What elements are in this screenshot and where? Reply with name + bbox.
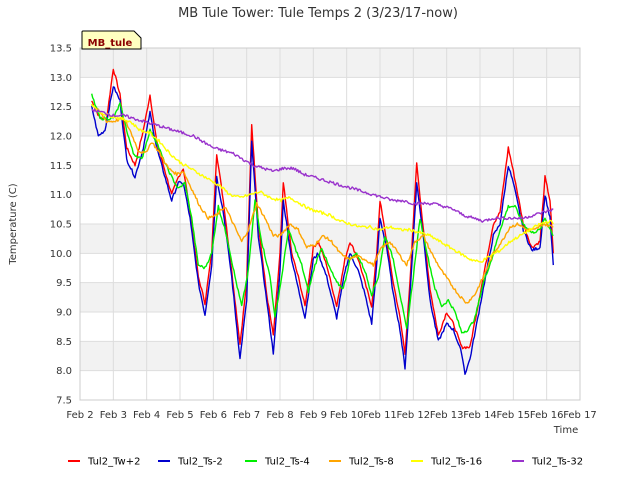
plot-band (80, 77, 580, 107)
y-tick-label: 8.5 (56, 337, 72, 348)
x-tick-label: Feb 12 (397, 410, 431, 421)
legend-item: Tul2_Ts-16 (411, 457, 482, 468)
legend-label: Tul2_Tw+2 (87, 457, 140, 468)
legend-item: Tul2_Ts-2 (158, 457, 223, 468)
x-tick-label: Feb 11 (363, 410, 397, 421)
y-tick-label: 10.0 (50, 249, 72, 260)
x-tick-label: Feb 4 (133, 410, 160, 421)
legend-item: Tul2_Ts-32 (512, 457, 583, 468)
legend-label: Tul2_Ts-16 (430, 457, 482, 468)
plot-band (80, 312, 580, 342)
chart-title: MB Tule Tower: Tule Temps 2 (3/23/17-now… (178, 6, 458, 21)
y-tick-labels: 7.5 8.0 8.5 9.0 9.5 10.0 10.5 11.0 11.5 12.0 12.5 1… (50, 44, 72, 407)
site-badge: MB_tule (81, 30, 142, 50)
legend-item: Tul2_Ts-8 (329, 457, 394, 468)
y-tick-label: 8.0 (56, 366, 72, 377)
legend-label: Tul2_Ts-8 (348, 457, 394, 468)
y-tick-label: 12.0 (50, 132, 72, 143)
y-tick-label: 10.5 (50, 220, 72, 231)
y-tick-label: 12.5 (50, 102, 72, 113)
chart: 7.5 8.0 8.5 9.0 9.5 10.0 10.5 11.0 11.5 12.0 12.5 1… (8, 6, 597, 468)
x-axis-label: Time (553, 425, 578, 436)
y-tick-label: 9.0 (56, 308, 72, 319)
legend-item: Tul2_Ts-4 (245, 457, 310, 468)
y-tick-label: 9.5 (56, 278, 72, 289)
plot-band (80, 282, 580, 312)
x-tick-label: Feb 8 (266, 410, 293, 421)
plot-band (80, 224, 580, 254)
x-tick-label: Feb 7 (233, 410, 260, 421)
legend-label: Tul2_Ts-32 (531, 457, 583, 468)
x-tick-label: Feb 3 (100, 410, 127, 421)
plot-band (80, 341, 580, 371)
x-tick-label: Feb 6 (200, 410, 227, 421)
x-tick-label: Feb 10 (330, 410, 364, 421)
legend-item: Tul2_Tw+2 (68, 457, 140, 468)
badge-label: MB_tule (88, 38, 133, 49)
y-tick-label: 11.0 (50, 190, 72, 201)
legend-label: Tul2_Ts-4 (264, 457, 310, 468)
y-tick-label: 13.0 (50, 73, 72, 84)
x-tick-label: Feb 9 (300, 410, 327, 421)
y-tick-label: 13.5 (50, 44, 72, 55)
x-tick-label: Feb 2 (66, 410, 93, 421)
plot-band (80, 48, 580, 78)
y-axis-label: Temperature (C) (8, 183, 19, 265)
x-tick-label: Feb 14 (463, 410, 497, 421)
y-tick-label: 11.5 (50, 161, 72, 172)
x-tick-label: Feb 16 (530, 410, 564, 421)
x-tick-label: Feb 5 (166, 410, 193, 421)
x-tick-label: Feb 17 (563, 410, 597, 421)
x-tick-labels: Feb 2 Feb 3 Feb 4 Feb 5 Feb 6 Feb 7 Feb 8 Feb 9… (66, 410, 596, 421)
y-tick-label: 7.5 (56, 396, 72, 407)
legend-label: Tul2_Ts-2 (177, 457, 223, 468)
x-tick-label: Feb 15 (497, 410, 531, 421)
legend: Tul2_Tw+2 Tul2_Ts-2 Tul2_Ts-4 Tul2_Ts-8 Tul2… (68, 457, 583, 468)
plot-band (80, 370, 580, 400)
x-tick-label: Feb 13 (430, 410, 464, 421)
